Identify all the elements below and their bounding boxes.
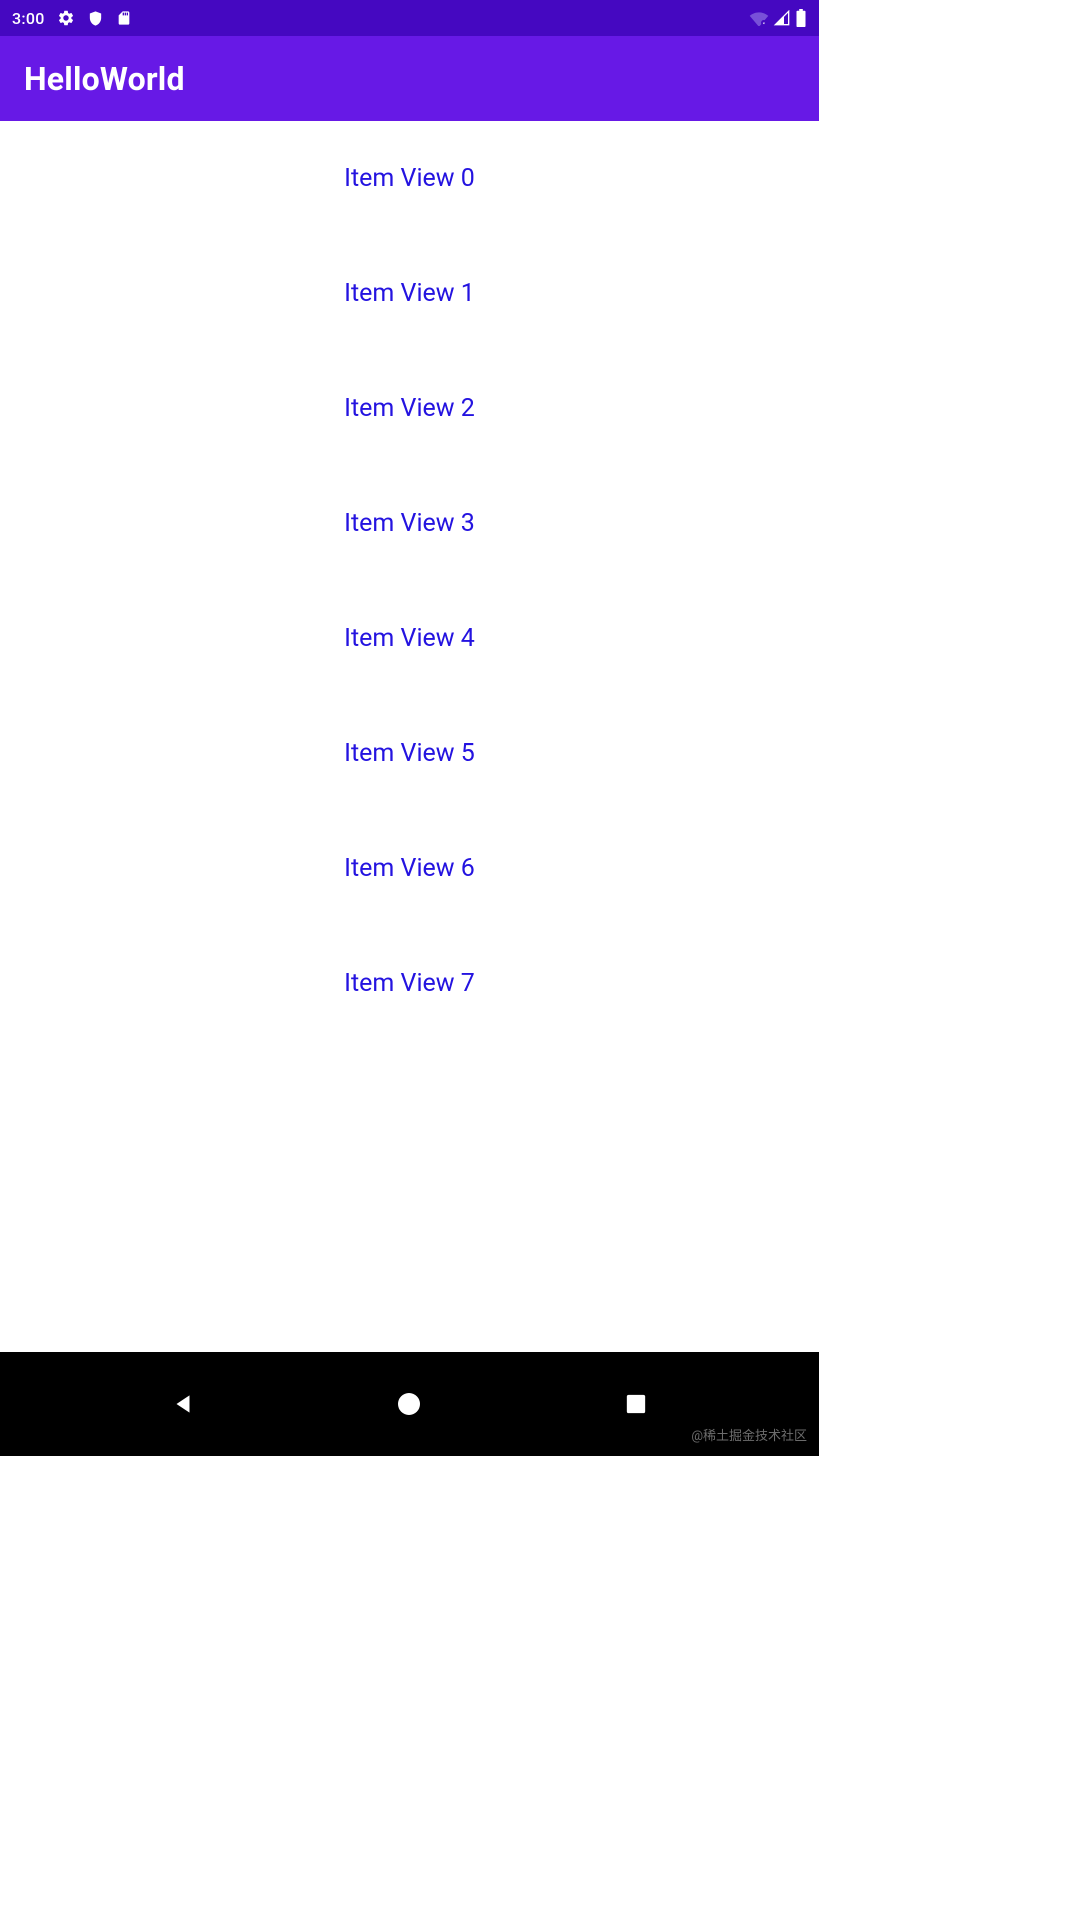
list-item[interactable]: Item View 5: [0, 696, 819, 811]
list-item[interactable]: Item View 7: [0, 926, 819, 1041]
settings-icon: [57, 9, 75, 27]
list-item-label: Item View 5: [344, 739, 475, 768]
list-item[interactable]: Item View 1: [0, 236, 819, 351]
list-item-label: Item View 0: [344, 164, 475, 193]
status-time: 3:00: [12, 9, 45, 28]
list-item-label: Item View 7: [344, 969, 475, 998]
status-right: ×: [749, 9, 807, 27]
list-item[interactable]: Item View 3: [0, 466, 819, 581]
list-item[interactable]: Item View 6: [0, 811, 819, 926]
action-bar: HelloWorld: [0, 36, 819, 121]
list-item-label: Item View 3: [344, 509, 475, 538]
list-item-label: Item View 6: [344, 854, 475, 883]
content-list[interactable]: Item View 0 Item View 1 Item View 2 Item…: [0, 121, 819, 1352]
sd-card-icon: [116, 9, 132, 27]
recents-button[interactable]: [616, 1384, 656, 1424]
home-button[interactable]: [389, 1384, 429, 1424]
list-item-label: Item View 2: [344, 394, 475, 423]
list-item[interactable]: Item View 0: [0, 121, 819, 236]
list-item[interactable]: Item View 4: [0, 581, 819, 696]
shield-icon: [87, 10, 104, 27]
status-bar: 3:00 ×: [0, 0, 819, 36]
watermark: @稀土掘金技术社区: [691, 1425, 807, 1444]
list-item-label: Item View 1: [344, 279, 475, 308]
status-left: 3:00: [12, 9, 132, 28]
list-item[interactable]: Item View 2: [0, 351, 819, 466]
battery-icon: [795, 9, 807, 27]
wifi-icon: ×: [749, 10, 769, 26]
svg-text:×: ×: [763, 20, 765, 25]
back-button[interactable]: [163, 1384, 203, 1424]
signal-icon: [773, 10, 791, 26]
app-title: HelloWorld: [24, 60, 185, 98]
list-item-label: Item View 4: [344, 624, 475, 653]
navigation-bar: @稀土掘金技术社区: [0, 1352, 819, 1456]
